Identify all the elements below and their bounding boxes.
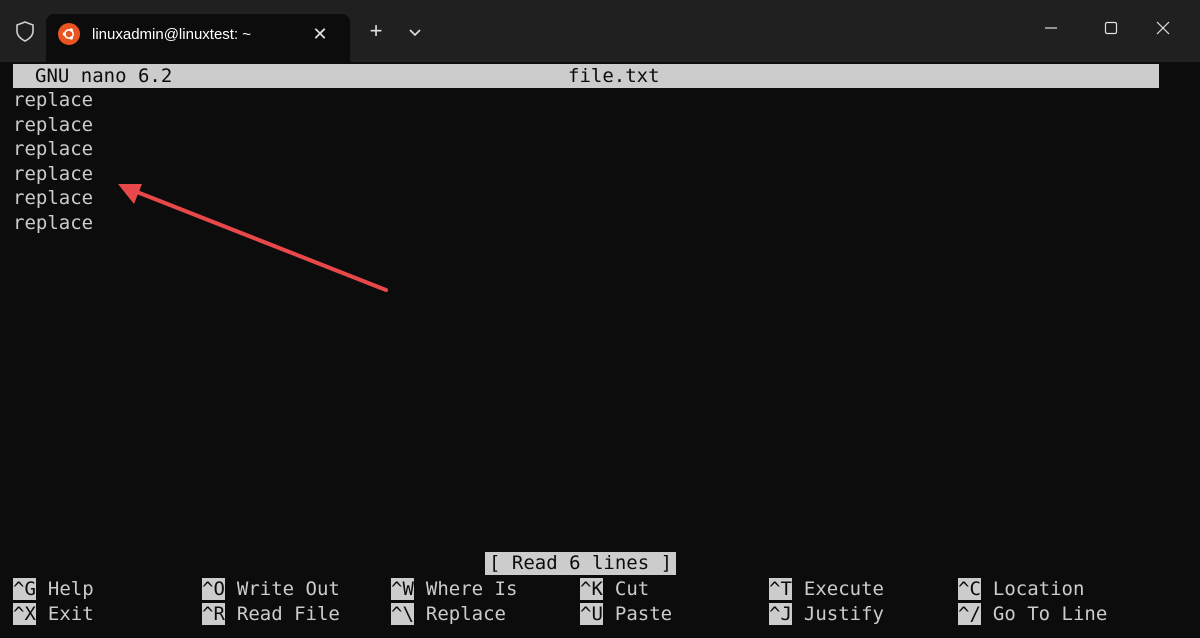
shortcut-key: ^W bbox=[391, 578, 414, 600]
shortcut-key: ^O bbox=[202, 578, 225, 600]
shortcut-key: ^T bbox=[769, 578, 792, 600]
window-titlebar: linuxadmin@linuxtest: ~ ✕ + bbox=[0, 0, 1200, 62]
shortcut-cut[interactable]: ^K Cut bbox=[580, 577, 649, 602]
shortcut-execute[interactable]: ^T Execute bbox=[769, 577, 884, 602]
file-line: replace bbox=[13, 211, 94, 234]
shortcut-key: ^K bbox=[580, 578, 603, 600]
shortcut-label: Execute bbox=[803, 578, 884, 600]
shortcut-exit[interactable]: ^X Exit bbox=[13, 602, 94, 627]
shortcut-key: ^G bbox=[13, 578, 36, 600]
file-line: replace bbox=[13, 89, 94, 111]
shortcut-label: Go To Line bbox=[992, 602, 1108, 625]
shortcut-label: Replace bbox=[425, 602, 506, 625]
shortcut-key: ^X bbox=[13, 602, 36, 625]
shortcut-go-to-line[interactable]: ^/ Go To Line bbox=[958, 602, 1107, 627]
shortcut-key: ^J bbox=[769, 602, 792, 625]
shortcut-label: Write Out bbox=[236, 578, 340, 600]
shortcut-label: Justify bbox=[803, 602, 884, 625]
shortcut-key: ^U bbox=[580, 602, 603, 625]
shield-icon[interactable] bbox=[14, 20, 36, 42]
shortcut-help[interactable]: ^G Help bbox=[13, 577, 94, 602]
new-tab-button[interactable]: + bbox=[364, 20, 388, 44]
file-content[interactable]: replace replace replace replace replace … bbox=[13, 88, 93, 235]
nano-header: GNU nano 6.2 file.txt bbox=[13, 64, 1159, 88]
shortcut-label: Help bbox=[47, 578, 94, 600]
shortcut-key: ^\ bbox=[391, 602, 414, 625]
shortcut-key: ^R bbox=[202, 602, 225, 625]
shortcut-write-out[interactable]: ^O Write Out bbox=[202, 577, 340, 602]
file-line: replace bbox=[13, 187, 94, 209]
shortcut-bar: ^G Help ^X Exit ^O Write Out ^R Read File ^W… bbox=[13, 577, 1163, 627]
shortcut-label: Exit bbox=[47, 602, 94, 625]
file-line: replace bbox=[13, 162, 94, 185]
shortcut-key: ^/ bbox=[958, 602, 981, 625]
file-line: replace bbox=[13, 113, 94, 136]
shortcut-where-is[interactable]: ^W Where Is bbox=[391, 577, 517, 602]
shortcut-paste[interactable]: ^U Paste bbox=[580, 602, 672, 627]
shortcut-read-file[interactable]: ^R Read File bbox=[202, 602, 340, 627]
terminal-tab[interactable]: linuxadmin@linuxtest: ~ ✕ bbox=[46, 14, 350, 62]
shortcut-label: Paste bbox=[614, 602, 673, 625]
shortcut-key: ^C bbox=[958, 578, 981, 600]
chevron-down-icon[interactable] bbox=[403, 20, 427, 44]
close-tab-icon[interactable]: ✕ bbox=[308, 22, 332, 46]
shortcut-label: Location bbox=[992, 578, 1085, 600]
nano-version: GNU nano 6.2 bbox=[35, 65, 173, 87]
shortcut-replace[interactable]: ^\ Replace bbox=[391, 602, 506, 627]
shortcut-justify[interactable]: ^J Justify bbox=[769, 602, 884, 627]
shortcut-location[interactable]: ^C Location bbox=[958, 577, 1084, 602]
shortcut-label: Where Is bbox=[425, 578, 518, 600]
file-line: replace bbox=[13, 138, 94, 160]
tab-title: linuxadmin@linuxtest: ~ bbox=[92, 26, 252, 43]
ubuntu-icon bbox=[58, 23, 80, 45]
nano-filename: file.txt bbox=[568, 65, 660, 87]
shortcut-label: Cut bbox=[614, 578, 650, 600]
minimize-icon[interactable] bbox=[1028, 12, 1074, 44]
close-window-icon[interactable] bbox=[1140, 12, 1186, 44]
maximize-icon[interactable] bbox=[1088, 12, 1134, 44]
status-bar: [ Read 6 lines ] bbox=[485, 552, 677, 575]
shortcut-label: Read File bbox=[236, 602, 340, 625]
terminal-area[interactable]: GNU nano 6.2 file.txt replace replace re… bbox=[0, 62, 1200, 638]
